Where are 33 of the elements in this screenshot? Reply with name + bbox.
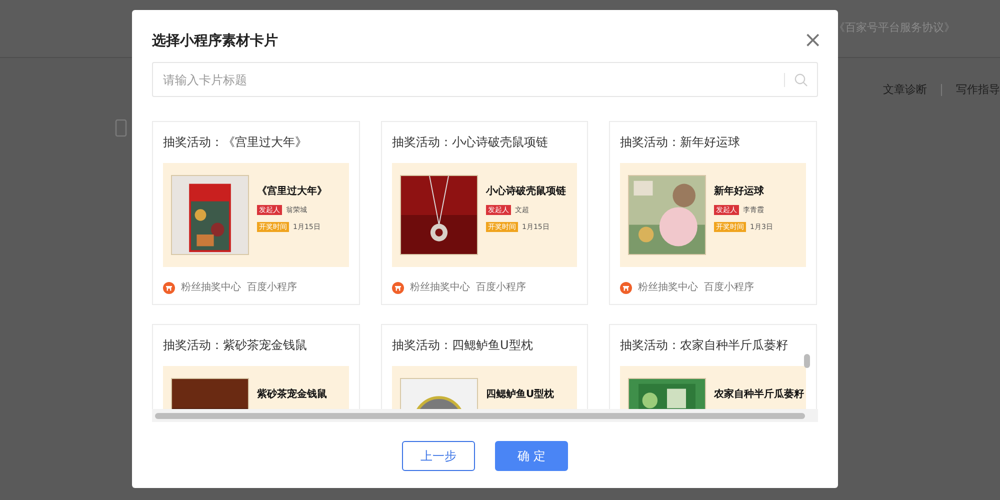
- card-title: 抽奖活动：小心诗破壳鼠项链: [392, 134, 549, 150]
- poster-title: 新年好运球: [714, 185, 765, 199]
- shop-icon: [620, 282, 632, 294]
- confirm-button[interactable]: 确 定: [495, 441, 568, 471]
- horizontal-scrollbar[interactable]: [155, 412, 805, 418]
- source-name: 粉丝抽奖中心: [638, 280, 698, 295]
- card-title: 抽奖活动：四鳃鲈鱼U型枕: [392, 337, 534, 353]
- vertical-scrollbar[interactable]: [804, 354, 810, 368]
- back-button[interactable]: 上一步: [402, 441, 475, 471]
- platform-name: 百度小程序: [704, 280, 754, 295]
- material-card[interactable]: 抽奖活动：农家自种半斤瓜蒌籽 农家自种半斤瓜蒌籽: [609, 324, 817, 409]
- poster-title: 四鳃鲈鱼U型枕: [486, 388, 554, 402]
- source-name: 粉丝抽奖中心: [410, 280, 470, 295]
- card-title: 抽奖活动：农家自种半斤瓜蒌籽: [620, 337, 789, 353]
- card-title: 抽奖活动：新年好运球: [620, 134, 741, 150]
- card-title: 抽奖活动：紫砂茶宠金钱鼠: [163, 337, 308, 353]
- material-card[interactable]: 抽奖活动：四鳃鲈鱼U型枕 四鳃鲈鱼U型枕: [381, 324, 588, 409]
- poster-title: 紫砂茶宠金钱鼠: [257, 388, 327, 402]
- source-name: 粉丝抽奖中心: [181, 280, 241, 295]
- phone-icon: [115, 119, 127, 137]
- close-button[interactable]: ×: [804, 30, 822, 52]
- shop-icon: [163, 282, 175, 294]
- shop-icon: [392, 282, 404, 294]
- poster-title: 小心诗破壳鼠项链: [486, 185, 566, 199]
- poster-title: 农家自种半斤瓜蒌籽: [714, 388, 804, 402]
- card-title: 抽奖活动：《宫里过大年》: [163, 134, 308, 150]
- platform-name: 百度小程序: [476, 280, 526, 295]
- search-field[interactable]: 请输入卡片标题: [152, 62, 818, 97]
- platform-name: 百度小程序: [247, 280, 297, 295]
- dialog-title: 选择小程序素材卡片: [152, 32, 278, 50]
- poster-title: 《宫里过大年》: [257, 185, 327, 199]
- material-card[interactable]: 抽奖活动：紫砂茶宠金钱鼠 紫砂茶宠金钱鼠: [152, 324, 360, 409]
- search-icon[interactable]: [794, 73, 808, 87]
